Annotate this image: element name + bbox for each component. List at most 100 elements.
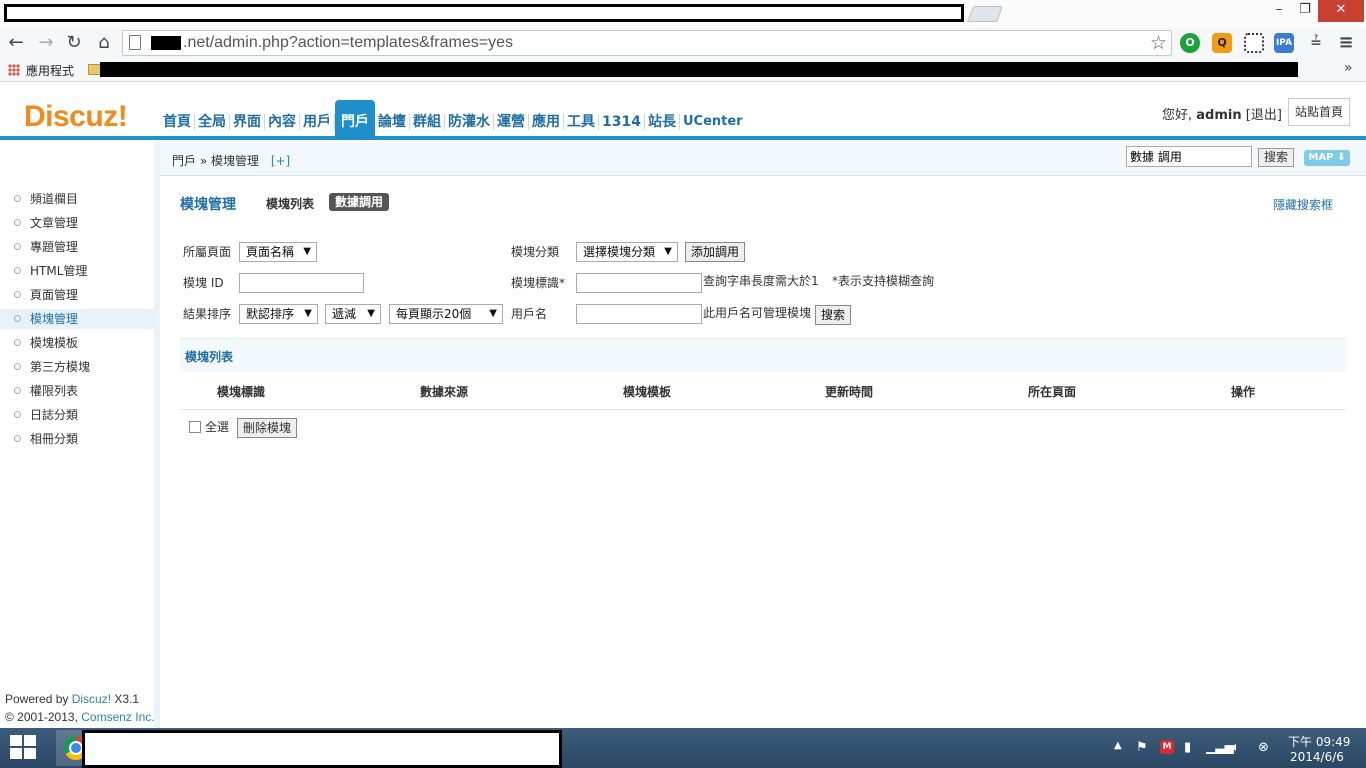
nav-operations[interactable]: 運營 (494, 114, 529, 130)
back-arrow-icon[interactable]: ← (4, 31, 28, 55)
sidebar-item-blog-categories[interactable]: 日誌分類 (0, 405, 154, 425)
greeting-username: admin (1196, 108, 1242, 123)
browser-tab-redacted[interactable] (4, 4, 964, 22)
apps-grid-icon[interactable] (8, 64, 20, 76)
powered-by: Powered by Discuz! X3.1 © 2001-2013, Com… (5, 690, 155, 726)
sidebar-item-channels[interactable]: 頻道欄目 (0, 189, 154, 209)
admin-search-input[interactable] (1126, 146, 1252, 167)
site-home-button[interactable]: 站點首頁 (1288, 98, 1350, 126)
nav-content[interactable]: 內容 (265, 114, 300, 130)
page-select[interactable]: 頁面名稱 ▼ (239, 242, 317, 262)
dropdown-caret-icon: ▼ (303, 246, 311, 257)
powered-product-link[interactable]: Discuz! (72, 692, 111, 706)
address-url[interactable]: .net/admin.php?action=templates&frames=y… (183, 33, 513, 53)
extension-orange-icon[interactable]: Q (1212, 33, 1232, 53)
col-block-template: 模塊模板 (623, 385, 672, 399)
add-call-button[interactable]: 添加調用 (685, 242, 745, 262)
dropdown-caret-icon: ▼ (304, 308, 312, 319)
fuzzy-search-hint: *表示支持模糊查詢 (832, 274, 935, 288)
nav-portal[interactable]: 門戶 (335, 100, 375, 140)
sidebar-item-third-party[interactable]: 第三方模塊 (0, 357, 154, 377)
ipa-extension-icon[interactable]: IPA (1274, 33, 1294, 53)
discuz-logo[interactable]: Discuz! (24, 100, 128, 134)
maximize-button[interactable]: ❐ (1292, 0, 1318, 22)
delete-blocks-button[interactable]: 刪除模塊 (237, 418, 297, 438)
tab-block-list[interactable]: 模塊列表 (266, 195, 314, 212)
sidebar-item-blocks[interactable]: 模塊管理 (0, 309, 154, 329)
sidebar-item-label: 模塊管理 (30, 312, 79, 326)
sidebar-item-topics[interactable]: 專題管理 (0, 237, 154, 257)
extension-green-icon[interactable]: O (1180, 33, 1200, 53)
breadcrumb-bar: 門戶 » 模塊管理 [+] 搜索 MAP ⬇ (160, 142, 1366, 176)
nav-groups[interactable]: 群組 (410, 114, 445, 130)
map-button[interactable]: MAP ⬇ (1304, 150, 1350, 166)
select-all-label[interactable]: 全選 (205, 418, 229, 435)
bookmark-star-icon[interactable]: ☆ (1150, 32, 1167, 54)
nav-apps[interactable]: 應用 (529, 114, 564, 130)
nav-tools[interactable]: 工具 (564, 114, 599, 130)
nav-ucenter[interactable]: UCenter (680, 114, 746, 130)
category-select[interactable]: 選擇模塊分類 ▼ (576, 242, 678, 262)
close-window-button[interactable]: ✕ (1318, 0, 1364, 22)
nav-home[interactable]: 首頁 (160, 114, 195, 130)
nav-users[interactable]: 用戶 (300, 114, 335, 130)
sidebar-item-block-templates[interactable]: 模塊模板 (0, 333, 154, 353)
network-signal-icon[interactable]: ▁▃▅ (1206, 740, 1234, 754)
bullet-icon (14, 267, 21, 274)
tray-arrow-icon[interactable]: ▲ (1114, 740, 1122, 751)
tab-data-call[interactable]: 數據調用 (329, 193, 390, 211)
more-bookmarks-chevron-icon[interactable]: » (1344, 60, 1353, 76)
reload-icon[interactable]: ↻ (62, 31, 86, 55)
per-page-select[interactable]: 每頁顯示20個 ▼ (389, 304, 503, 324)
bullet-icon (14, 219, 21, 226)
action-center-flag-icon[interactable]: ⚑ (1136, 740, 1148, 755)
nav-global[interactable]: 全局 (195, 114, 230, 130)
add-shortcut-link[interactable]: [+] (271, 154, 290, 168)
logout-link[interactable]: [退出] (1246, 108, 1282, 123)
sort-select[interactable]: 默認排序 ▼ (239, 304, 318, 324)
clock-date[interactable]: 2014/6/6 (1290, 750, 1344, 764)
windows-start-icon[interactable] (10, 735, 38, 761)
sidebar-item-articles[interactable]: 文章管理 (0, 213, 154, 233)
select-all-checkbox[interactable] (189, 421, 201, 433)
tray-close-icon[interactable]: ⊗ (1258, 740, 1269, 755)
nav-interface[interactable]: 界面 (230, 114, 265, 130)
address-bar[interactable]: .net/admin.php?action=templates&frames=y… (122, 30, 1172, 56)
new-tab-button[interactable] (967, 6, 1003, 22)
sidebar-item-pages[interactable]: 頁面管理 (0, 285, 154, 305)
nav-forum[interactable]: 論壇 (375, 114, 410, 130)
power-icon[interactable]: ▮ (1184, 740, 1191, 755)
order-select[interactable]: 遞減 ▼ (325, 304, 381, 324)
chrome-menu-icon[interactable]: ≡ (1336, 33, 1356, 53)
nav-anti-spam[interactable]: 防灌水 (445, 114, 494, 130)
search-button[interactable]: 搜索 (815, 305, 851, 325)
admin-search-button[interactable]: 搜索 (1258, 148, 1294, 167)
sidebar-item-label: 模塊模板 (30, 336, 79, 350)
page-icon (129, 35, 141, 50)
tray-app-m-icon[interactable]: M (1160, 740, 1174, 754)
minimize-button[interactable]: – (1266, 0, 1292, 22)
category-label: 模塊分類 (511, 245, 560, 259)
volume-icon[interactable]: 🔈︎ (1232, 740, 1240, 755)
sidebar-item-permissions[interactable]: 權限列表 (0, 381, 154, 401)
extension-gray-icon[interactable]: ≟ (1306, 33, 1326, 53)
username-input[interactable] (576, 304, 702, 324)
nav-1314[interactable]: 1314 (599, 114, 645, 130)
block-mark-input[interactable] (576, 273, 702, 293)
hide-search-link[interactable]: 隱藏搜索框 (1273, 196, 1333, 213)
sidebar-item-label: 頁面管理 (30, 288, 79, 302)
apps-bookmark[interactable]: 應用程式 (26, 62, 74, 79)
sidebar-item-label: 文章管理 (30, 216, 79, 230)
nav-webmaster[interactable]: 站長 (645, 114, 680, 130)
home-icon[interactable]: ⌂ (92, 31, 116, 55)
clock-time[interactable]: 下午 09:49 (1288, 733, 1350, 750)
sidebar-item-html[interactable]: HTML管理 (0, 261, 154, 281)
sidebar-item-label: 日誌分類 (30, 408, 79, 422)
block-id-input[interactable] (239, 273, 364, 293)
page-label: 所屬頁面 (183, 245, 232, 259)
company-link[interactable]: Comsenz Inc. (81, 710, 154, 724)
forward-arrow-icon[interactable]: → (34, 31, 58, 55)
qr-code-icon[interactable] (1244, 33, 1264, 53)
sidebar-item-album-categories[interactable]: 相冊分類 (0, 429, 154, 449)
mark-length-hint: 查詢字串長度需大於1 (703, 274, 819, 288)
